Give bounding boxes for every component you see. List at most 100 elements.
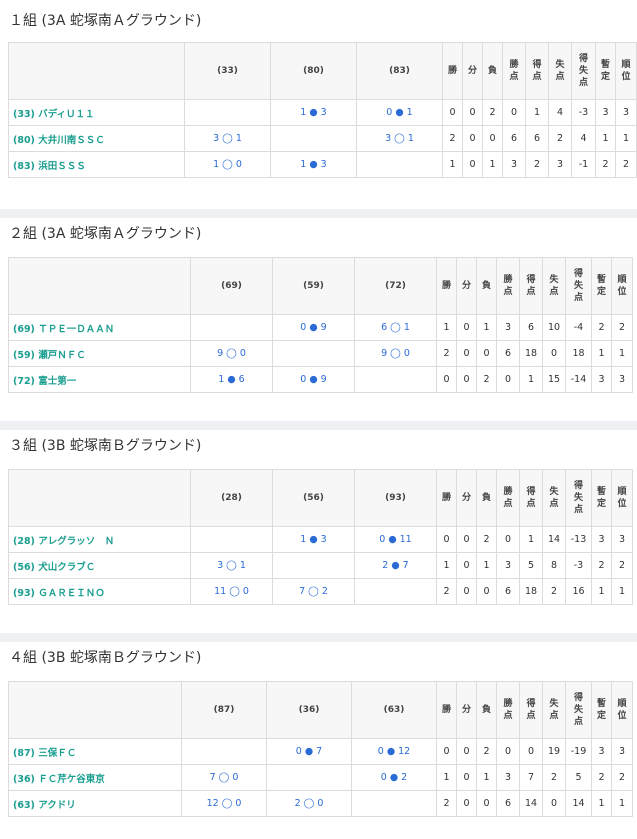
match-result[interactable]: 1 ● 6 [190,366,273,393]
match-result[interactable]: 9 ◯ 0 [354,340,437,367]
stat-value: 3 [611,738,633,765]
match-result[interactable]: 7 ◯ 0 [181,764,267,791]
stat-value: 3 [615,99,637,126]
stat-header-label: 失 点 [549,487,559,509]
stat-value: 2 [436,578,457,605]
corner-cell [8,681,182,739]
stat-value: 3 [548,151,572,178]
stat-header-label: 負 [487,66,497,76]
match-result[interactable]: 2 ● 7 [354,552,437,579]
stat-value: -13 [565,526,592,553]
stat-header-label: 暫 定 [600,60,610,82]
corner-cell [8,42,185,100]
stat-value: 2 [525,151,549,178]
match-result[interactable]: 2 ◯ 0 [266,790,352,817]
stat-value: 1 [611,340,633,367]
stat-value: 0 [482,125,503,152]
stat-header-label: 勝 [441,705,451,715]
match-result[interactable]: 3 ◯ 1 [356,125,443,152]
stat-column-header: 勝 点 [496,469,520,527]
stat-column-header: 分 [462,42,483,100]
match-result[interactable]: 1 ● 3 [270,151,357,178]
stat-column-header: 得 失 点 [565,257,592,315]
match-result[interactable]: 1 ● 3 [272,526,355,553]
stat-header-label: 得 失 点 [578,54,588,88]
stat-value: 0 [542,340,566,367]
stat-header-label: 順 位 [617,487,627,509]
stat-header-label: 得 失 点 [573,481,583,515]
stat-value: 1 [476,314,497,341]
team-name[interactable]: (93) ＧＡＲＥＩＮＯ [8,578,191,605]
stat-value: 0 [462,99,483,126]
self-match-cell [181,738,267,765]
match-result[interactable]: 9 ◯ 0 [190,340,273,367]
match-result[interactable]: 3 ◯ 1 [190,552,273,579]
opponent-column-header: (83) [356,42,443,100]
match-result[interactable]: 0 ● 2 [351,764,437,791]
stat-header-label: 得 失 点 [573,269,583,303]
stat-value: -4 [565,314,592,341]
match-result[interactable]: 1 ● 3 [270,99,357,126]
table-row: (28) アレグラッソ Ｎ1 ● 30 ● 11 0 0 2 0 1 14 -13 3 3 [8,526,633,553]
match-result[interactable]: 0 ● 1 [356,99,443,126]
stat-header-label: 暫 定 [596,275,606,297]
stat-column-header: 分 [456,257,477,315]
stat-value: 0 [456,366,477,393]
team-name[interactable]: (59) 瀬戸ＮＦＣ [8,340,191,367]
match-result[interactable]: 6 ◯ 1 [354,314,437,341]
match-result[interactable]: 1 ◯ 0 [184,151,271,178]
match-result[interactable]: 0 ● 11 [354,526,437,553]
stat-header-label: 勝 点 [503,699,513,721]
match-result[interactable]: 7 ◯ 2 [272,578,355,605]
team-name[interactable]: (28) アレグラッソ Ｎ [8,526,191,553]
team-name[interactable]: (72) 富士第一 [8,366,191,393]
group-title: １組 (3A 蛇塚南Ａグラウンド) [9,13,202,29]
table-row: (69) ＴＰＥ一ＤＡＡＮ 0 ● 96 ◯ 1 1 0 1 3 6 10 -4 2 2 [8,314,633,341]
team-name[interactable]: (83) 浜田ＳＳＳ [8,151,185,178]
group-title: ３組 (3B 蛇塚南Ｂグラウンド) [9,438,202,454]
stat-value: 14 [565,790,592,817]
match-result[interactable]: 0 ● 9 [272,366,355,393]
team-name[interactable]: (36) ＦＣ芹ケ谷東京 [8,764,182,791]
stat-column-header: 得 点 [519,469,543,527]
match-result[interactable]: 3 ◯ 1 [184,125,271,152]
team-name[interactable]: (56) 犬山クラブＣ [8,552,191,579]
stat-value: 0 [436,526,457,553]
stat-value: 2 [611,764,633,791]
stat-value: -1 [571,151,596,178]
stat-value: 2 [476,738,497,765]
match-result[interactable]: 12 ◯ 0 [181,790,267,817]
corner-cell [8,257,191,315]
group-section: １組 (3A 蛇塚南Ａグラウンド) (33) (80) (83) 勝分負 勝 点 得 点 失 … [0,0,637,200]
stat-value: 7 [519,764,543,791]
stat-value: 2 [482,99,503,126]
team-name[interactable]: (69) ＴＰＥ一ＤＡＡＮ [8,314,191,341]
stat-column-header: 負 [476,469,497,527]
team-name[interactable]: (63) アクドリ [8,790,182,817]
stat-value: 6 [525,125,549,152]
stat-header-label: 負 [481,705,491,715]
stat-value: 2 [595,151,616,178]
header-row: (69) (59) (72) 勝分負 勝 点 得 点 失 点 得 失 点 暫 定 順 位 [8,257,633,315]
match-result[interactable]: 0 ● 9 [272,314,355,341]
stat-header-label: 勝 [441,281,451,291]
stat-value: 0 [496,738,520,765]
team-name[interactable]: (33) バディＵ１１ [8,99,185,126]
stat-value: 1 [615,125,637,152]
stat-value: 1 [519,526,543,553]
stat-column-header: 得 失 点 [571,42,596,100]
stat-column-header: 順 位 [611,257,633,315]
stat-value: 2 [476,366,497,393]
stat-value: 6 [496,340,520,367]
stat-value: 0 [476,340,497,367]
stat-header-label: 勝 点 [503,487,513,509]
self-match-cell [351,790,437,817]
match-result[interactable]: 0 ● 12 [351,738,437,765]
match-result[interactable]: 11 ◯ 0 [190,578,273,605]
team-name[interactable]: (87) 三保ＦＣ [8,738,182,765]
stat-value: 2 [476,526,497,553]
team-name[interactable]: (80) 大井川南ＳＳＣ [8,125,185,152]
stat-value: 6 [496,578,520,605]
match-result[interactable]: 0 ● 7 [266,738,352,765]
stat-column-header: 暫 定 [591,681,612,739]
